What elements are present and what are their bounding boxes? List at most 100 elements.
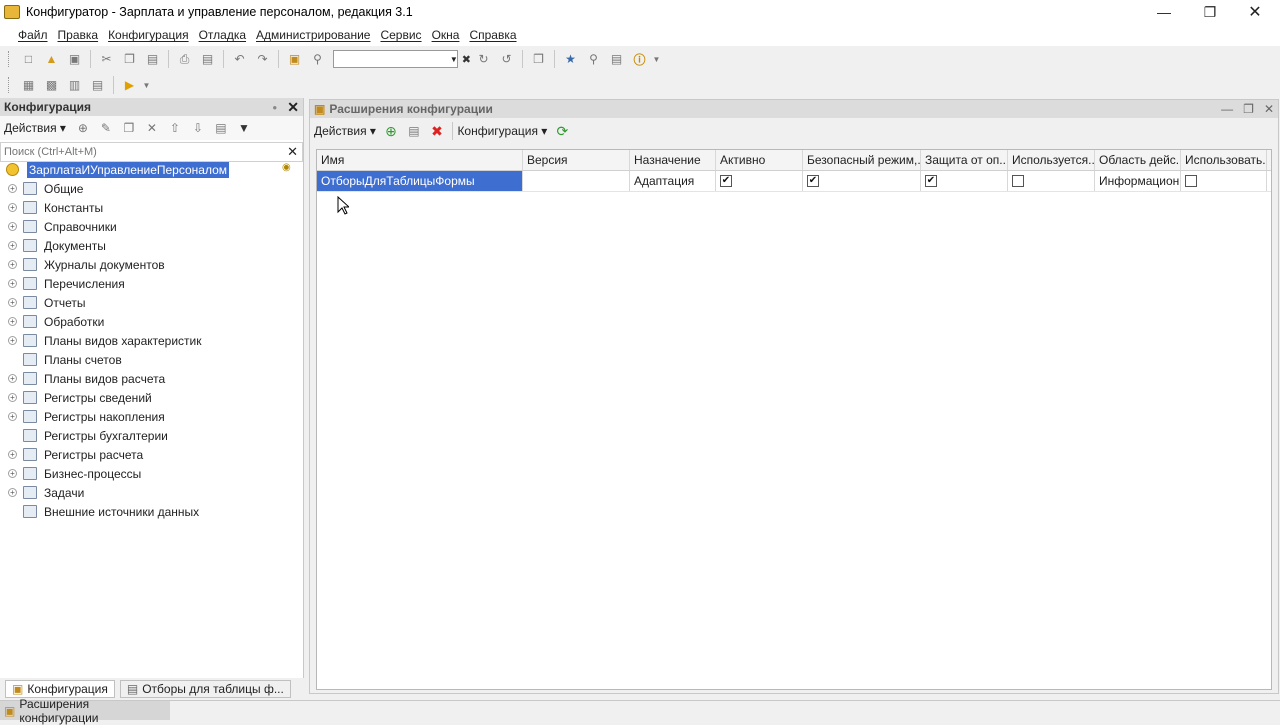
expand-icon[interactable]: + xyxy=(8,279,17,288)
tree-item[interactable]: + Документы xyxy=(0,236,303,255)
move-down-icon[interactable]: ⇩ xyxy=(189,119,207,137)
open-icon[interactable]: ▲ xyxy=(43,50,61,68)
add-icon[interactable]: ⊕ xyxy=(74,119,92,137)
column-header[interactable]: Активно xyxy=(716,150,803,170)
delete-icon[interactable]: ✕ xyxy=(143,119,161,137)
column-header[interactable]: Версия xyxy=(523,150,630,170)
undo-icon[interactable]: ↶ xyxy=(231,50,249,68)
tree-root[interactable]: ЗарплатаИУправлениеПерсоналом ◉ xyxy=(0,160,303,179)
find-previous-icon[interactable]: ↺ xyxy=(498,50,516,68)
column-header[interactable]: Безопасный режим,... xyxy=(803,150,921,170)
edit-icon[interactable]: ✎ xyxy=(97,119,115,137)
cell-name[interactable]: ОтборыДляТаблицыФормы xyxy=(317,171,523,191)
tree-item[interactable]: + Обработки xyxy=(0,312,303,331)
expand-icon[interactable]: + xyxy=(8,184,17,193)
print-preview-icon[interactable]: ▤ xyxy=(199,50,217,68)
actions-dropdown[interactable]: Действия ▾ xyxy=(4,121,66,135)
syntax-helper-icon[interactable]: ★ xyxy=(562,50,580,68)
window-minimize-icon[interactable]: — xyxy=(1221,102,1233,116)
menu-edit[interactable]: Правка xyxy=(58,28,99,42)
compare-icon[interactable]: ▤ xyxy=(89,76,107,94)
tree-item[interactable]: + Константы xyxy=(0,198,303,217)
db-config-icon[interactable]: ▦ xyxy=(20,76,38,94)
run-dropdown-icon[interactable]: ▼ xyxy=(143,76,151,94)
window-tab-extensions[interactable]: ▣ Расширения конфигурации xyxy=(0,697,170,725)
checkbox-use[interactable] xyxy=(1185,175,1197,187)
table-row[interactable]: ОтборыДляТаблицыФормы Адаптация ✔ ✔ ✔ Информа… xyxy=(317,171,1271,192)
column-header[interactable]: Назначение xyxy=(630,150,716,170)
menu-help[interactable]: Справка xyxy=(469,28,516,42)
tree-item[interactable]: + Отчеты xyxy=(0,293,303,312)
print-icon[interactable]: ⎙ xyxy=(176,50,194,68)
minimize-button[interactable]: — xyxy=(1141,0,1187,24)
extension-properties-icon[interactable]: ▤ xyxy=(405,122,423,140)
cell-scope[interactable]: Информацион... xyxy=(1095,171,1181,191)
tree-item[interactable]: + Планы видов расчета xyxy=(0,369,303,388)
find-in-files-icon[interactable]: ▣ xyxy=(286,50,304,68)
expand-icon[interactable]: + xyxy=(8,336,17,345)
redo-icon[interactable]: ↷ xyxy=(254,50,272,68)
tree-item[interactable]: Внешние источники данных xyxy=(0,502,303,521)
copy-icon[interactable]: ❐ xyxy=(121,50,139,68)
restore-button[interactable]: ❐ xyxy=(1187,0,1233,24)
tree-item[interactable]: + Регистры накопления xyxy=(0,407,303,426)
copy-item-icon[interactable]: ❐ xyxy=(120,119,138,137)
search-help-icon[interactable]: ⚲ xyxy=(585,50,603,68)
tree-search-input[interactable] xyxy=(1,146,284,158)
expand-icon[interactable]: + xyxy=(8,412,17,421)
tree-item[interactable]: + Планы видов характеристик xyxy=(0,331,303,350)
tree-item[interactable]: + Перечисления xyxy=(0,274,303,293)
column-header[interactable]: Использовать... xyxy=(1181,150,1267,170)
window-close-icon[interactable]: ✕ xyxy=(1264,102,1274,116)
find-next-icon[interactable]: ↻ xyxy=(475,50,493,68)
search-dropdown-icon[interactable]: ▼ xyxy=(450,55,458,64)
column-header[interactable]: Защита от оп... xyxy=(921,150,1008,170)
tree-item[interactable]: + Журналы документов xyxy=(0,255,303,274)
toolbar-search-input[interactable]: ▼ ✖ xyxy=(333,50,471,68)
expand-icon[interactable]: + xyxy=(8,241,17,250)
tree-item[interactable]: + Задачи xyxy=(0,483,303,502)
checkbox-used[interactable] xyxy=(1012,175,1024,187)
cell-purpose[interactable]: Адаптация xyxy=(630,171,716,191)
checkbox-safe_mode[interactable]: ✔ xyxy=(807,175,819,187)
expand-icon[interactable]: + xyxy=(8,298,17,307)
menu-file[interactable]: Файл xyxy=(18,28,48,42)
column-header[interactable]: Область дейс... xyxy=(1095,150,1181,170)
panel-close-icon[interactable]: ✕ xyxy=(287,99,299,116)
run-debug-icon[interactable]: ▶ xyxy=(121,76,139,94)
find-icon[interactable]: ⚲ xyxy=(309,50,327,68)
menu-service[interactable]: Сервис xyxy=(380,28,421,42)
close-button[interactable]: ✕ xyxy=(1232,0,1278,24)
search-clear-icon[interactable]: ✖ xyxy=(462,53,471,66)
tab-form-filters[interactable]: ▤ Отборы для таблицы ф... xyxy=(119,680,291,698)
menu-administration[interactable]: Администрирование xyxy=(256,28,370,42)
info-icon[interactable]: ⓘ xyxy=(631,50,649,68)
expand-icon[interactable]: + xyxy=(8,393,17,402)
checkbox-active[interactable]: ✔ xyxy=(720,175,732,187)
refresh-icon[interactable]: ⟳ xyxy=(553,122,571,140)
column-header[interactable]: Имя xyxy=(317,150,523,170)
pin-icon[interactable]: ● xyxy=(272,103,277,112)
column-header[interactable]: Используется... xyxy=(1008,150,1095,170)
tree-item[interactable]: Планы счетов xyxy=(0,350,303,369)
extensions-actions-dropdown[interactable]: Действия ▾ xyxy=(314,124,376,138)
cut-icon[interactable]: ✂ xyxy=(98,50,116,68)
tree-item[interactable]: + Регистры сведений xyxy=(0,388,303,407)
help-contents-icon[interactable]: ▤ xyxy=(608,50,626,68)
tree-item[interactable]: + Общие xyxy=(0,179,303,198)
expand-icon[interactable]: + xyxy=(8,203,17,212)
expand-icon[interactable]: + xyxy=(8,469,17,478)
delete-extension-icon[interactable]: ✖ xyxy=(428,122,446,140)
expand-icon[interactable]: + xyxy=(8,260,17,269)
menu-configuration[interactable]: Конфигурация xyxy=(108,28,189,42)
menu-debug[interactable]: Отладка xyxy=(199,28,246,42)
configuration-dropdown[interactable]: Конфигурация ▾ xyxy=(457,124,547,138)
filter-icon[interactable]: ▼ xyxy=(235,119,253,137)
tree-item[interactable]: + Регистры расчета xyxy=(0,445,303,464)
tree-item[interactable]: + Бизнес-процессы xyxy=(0,464,303,483)
window-restore-icon[interactable]: ❐ xyxy=(1243,102,1254,116)
tree-item[interactable]: + Справочники xyxy=(0,217,303,236)
toolbar-more-icon[interactable]: ▼ xyxy=(653,50,661,68)
tree-item[interactable]: Регистры бухгалтерии xyxy=(0,426,303,445)
cell-version[interactable] xyxy=(523,171,630,191)
